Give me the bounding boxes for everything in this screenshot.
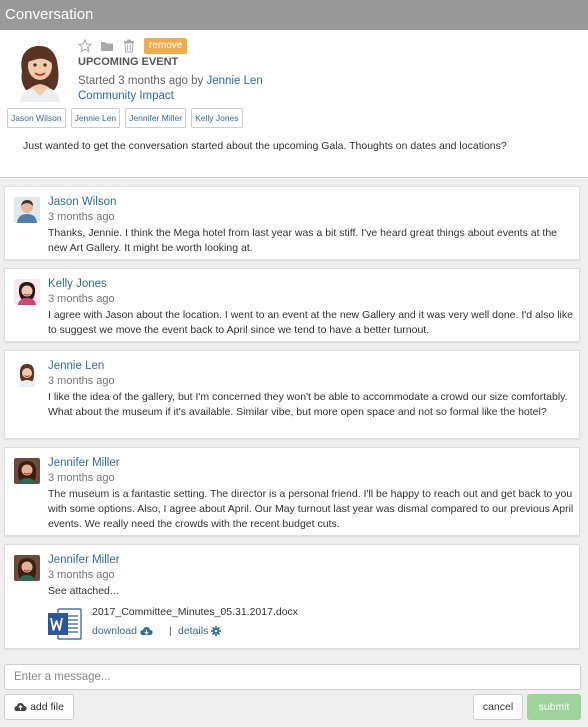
cloud-upload-icon <box>14 703 27 711</box>
participant-tag[interactable]: Jennie Len <box>70 108 121 128</box>
add-file-label[interactable]: add file <box>30 701 64 713</box>
message-time: 3 months ago <box>48 569 115 581</box>
participant-tag[interactable]: Kelly Jones <box>191 108 243 128</box>
download-label[interactable]: download <box>92 625 137 637</box>
trash-icon[interactable] <box>122 39 136 53</box>
message-author[interactable]: Jennifer Miller <box>48 554 120 566</box>
avatar <box>14 555 40 581</box>
window-title: Conversation <box>0 0 588 30</box>
message-text: See attached... <box>48 585 119 597</box>
link-separator: | <box>169 625 172 637</box>
submit-button[interactable]: submit <box>527 694 581 720</box>
avatar <box>14 279 40 305</box>
message-item: Jennie Len 3 months ago I like the idea … <box>4 350 580 439</box>
participant-tag[interactable]: Jason Wilson <box>7 108 66 128</box>
message-time: 3 months ago <box>48 211 115 223</box>
conversation-intro: Just wanted to get the conversation star… <box>23 140 507 152</box>
message-item: Kelly Jones 3 months ago I agree with Ja… <box>4 268 580 342</box>
attachment-filename: 2017_Committee_Minutes_05.31.2017.docx <box>92 606 299 618</box>
message-author[interactable]: Jennie Len <box>48 360 104 372</box>
participant-tag[interactable]: Jennifer Miller <box>125 108 187 128</box>
message-time: 3 months ago <box>48 375 115 387</box>
add-file-button[interactable]: add file <box>4 694 74 720</box>
message-text: Thanks, Jennie. I think the Mega hotel f… <box>48 227 558 254</box>
avatar <box>14 197 40 223</box>
community-link[interactable]: Community Impact <box>78 90 174 102</box>
attachment: 2017_Committee_Minutes_05.31.2017.docx d… <box>48 604 348 644</box>
message-author[interactable]: Kelly Jones <box>48 278 107 290</box>
conversation-header: remove UPCOMING EVENT Started 3 months a… <box>0 30 588 178</box>
message-time: 3 months ago <box>48 472 115 484</box>
avatar <box>14 458 40 484</box>
conversation-actions: remove <box>77 38 188 54</box>
avatar <box>14 361 40 387</box>
message-item: Jason Wilson 3 months ago Thanks, Jennie… <box>4 186 580 260</box>
message-item: Jennifer Miller 3 months ago The museum … <box>4 447 580 536</box>
message-text: I agree with Jason about the location. I… <box>48 309 573 336</box>
started-by-link[interactable]: Jennie Len <box>207 75 263 87</box>
star-icon[interactable] <box>77 38 93 53</box>
gear-icon <box>211 626 222 636</box>
message-input[interactable] <box>4 664 581 690</box>
message-author[interactable]: Jennifer Miller <box>48 457 120 469</box>
message-text: I like the idea of the gallery, but I'm … <box>48 391 568 418</box>
event-title: UPCOMING EVENT <box>78 56 179 68</box>
author-avatar <box>14 38 66 102</box>
download-link[interactable]: download <box>92 625 153 637</box>
participant-tags: Jason Wilson Jennie Len Jennifer Miller … <box>7 108 243 128</box>
message-text: The museum is a fantastic setting. The d… <box>48 488 574 530</box>
cancel-button[interactable]: cancel <box>473 694 523 720</box>
composer: add file cancel submit <box>0 658 588 727</box>
message-author[interactable]: Jason Wilson <box>48 196 116 208</box>
message-time: 3 months ago <box>48 293 115 305</box>
details-label[interactable]: details <box>178 625 208 637</box>
message-item: Jennifer Miller 3 months ago See attache… <box>4 544 580 649</box>
started-text: Started 3 months ago by <box>78 75 204 87</box>
folder-icon[interactable] <box>100 39 114 53</box>
word-doc-icon[interactable] <box>48 608 82 640</box>
cloud-download-icon <box>140 627 153 635</box>
started-info: Started 3 months ago by Jennie Len <box>78 75 263 87</box>
details-link[interactable]: details <box>178 625 222 637</box>
message-thread[interactable]: Jason Wilson 3 months ago Thanks, Jennie… <box>0 179 588 658</box>
remove-button[interactable]: remove <box>144 38 188 54</box>
